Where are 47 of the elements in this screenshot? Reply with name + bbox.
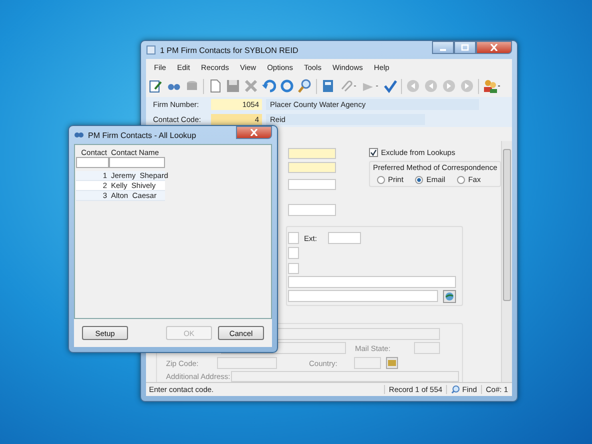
input-field[interactable] [288,204,336,216]
close-icon [250,129,258,136]
undo-icon[interactable] [262,79,276,93]
close-button[interactable] [476,41,512,54]
edit-icon[interactable] [149,79,163,93]
people-icon[interactable] [483,79,501,93]
checkmark-icon[interactable] [383,79,397,93]
input-field[interactable] [288,232,299,244]
refresh-icon[interactable] [280,79,294,93]
last-record-icon[interactable] [460,79,474,93]
dialog-title: PM Firm Contacts - All Lookup [88,130,196,140]
delete-icon[interactable] [244,79,258,93]
input-field [217,357,277,369]
glasses-icon [74,131,84,139]
paperclip-icon[interactable] [339,79,357,93]
close-icon [490,44,498,51]
document-icon[interactable] [208,79,222,93]
input-field [354,357,381,369]
web-button[interactable] [443,290,456,303]
search-icon [451,385,460,394]
maximize-icon [461,44,469,51]
search-icon[interactable] [298,79,312,93]
checkmark-icon [370,149,377,156]
input-field[interactable] [288,179,336,190]
input-field[interactable] [288,162,336,173]
filter-field[interactable] [109,157,165,168]
database-icon[interactable] [185,79,199,93]
window-title: 1 PM Firm Contacts for SYBLON REID [160,46,298,54]
extension-field[interactable] [328,232,361,244]
input-field[interactable] [288,247,299,259]
next-record-icon[interactable] [442,79,456,93]
calculator-icon[interactable] [321,79,335,93]
input-field[interactable] [288,290,438,302]
folder-button[interactable] [386,357,398,369]
input-field[interactable] [288,263,299,274]
minimize-button[interactable] [432,41,454,54]
first-record-icon[interactable] [406,79,420,93]
previous-record-icon[interactable] [424,79,438,93]
window-icon [146,45,156,55]
scrollbar[interactable] [501,141,512,382]
input-field[interactable] [288,276,456,288]
save-icon[interactable] [226,79,240,93]
input-field [414,342,440,354]
input-field[interactable] [288,148,336,159]
filter-field[interactable] [76,157,109,168]
maximize-button[interactable] [454,41,476,54]
close-button[interactable] [236,126,272,139]
